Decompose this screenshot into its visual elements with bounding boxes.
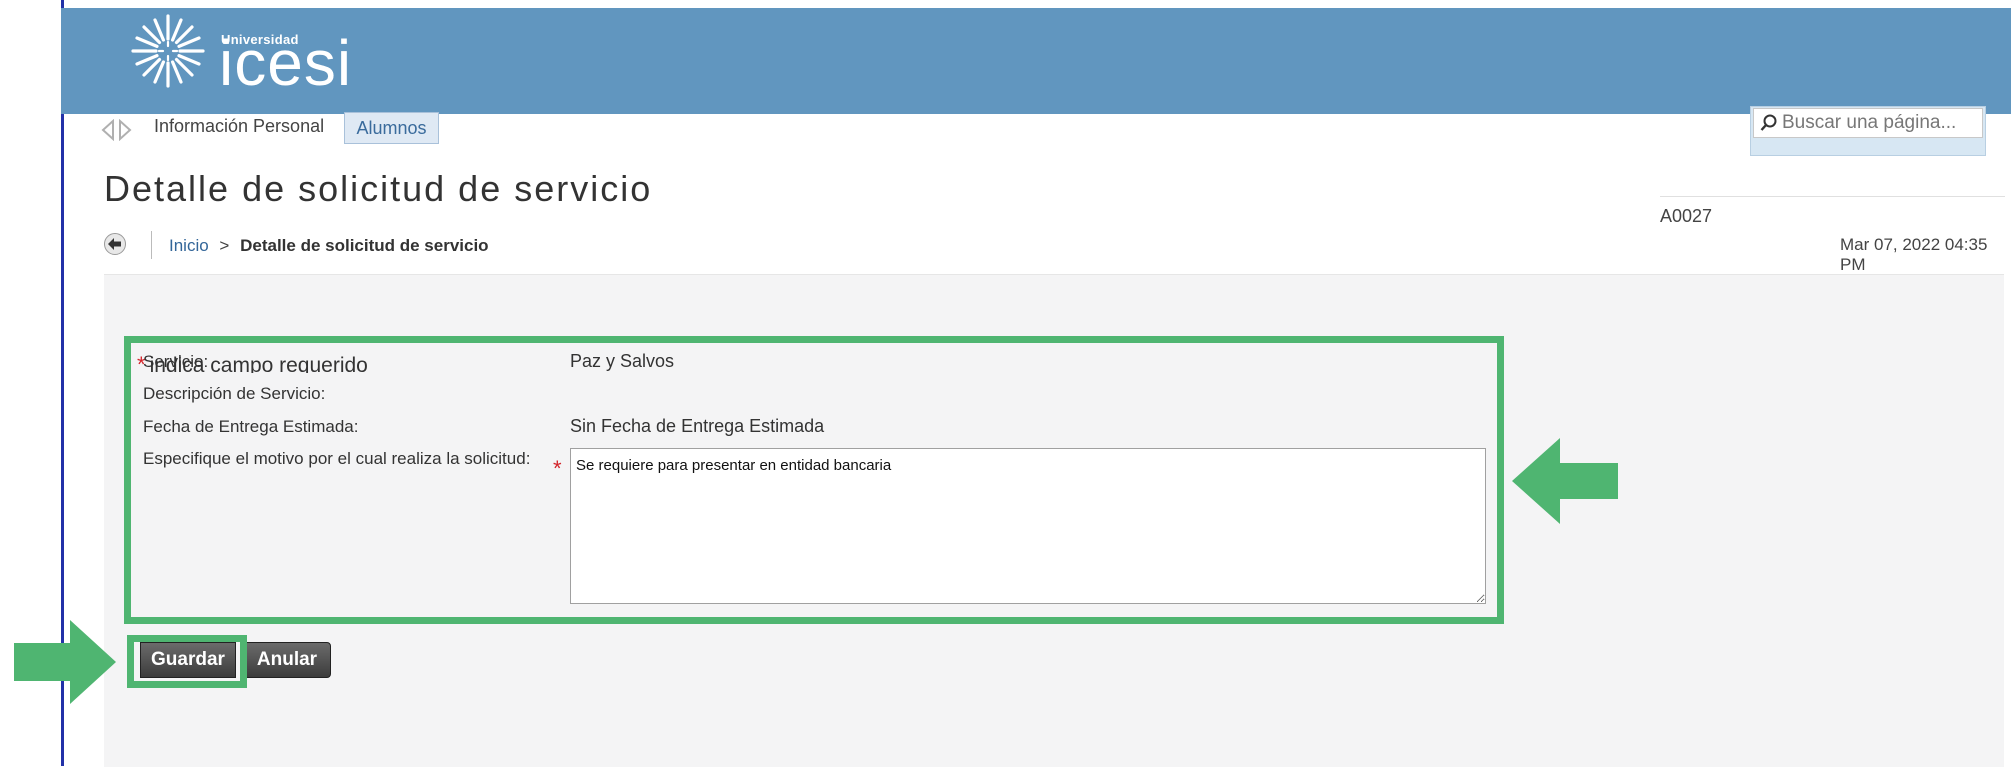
back-button[interactable]: [104, 233, 126, 255]
breadcrumb: Inicio > Detalle de solicitud de servici…: [169, 236, 489, 256]
breadcrumb-divider: [151, 231, 152, 259]
logo[interactable]: Universidad icesi: [129, 12, 369, 99]
breadcrumb-current: Detalle de solicitud de servicio: [240, 236, 489, 255]
annotation-arrow-left-pointing: [1512, 438, 1618, 524]
logo-text: Universidad icesi: [219, 12, 369, 99]
breadcrumb-home-link[interactable]: Inicio: [169, 236, 209, 255]
cancel-button[interactable]: Anular: [243, 642, 331, 678]
logo-wordmark: icesi: [219, 27, 353, 99]
nav-scroll-arrows: [101, 118, 132, 146]
tab-alumnos[interactable]: Alumnos: [344, 112, 439, 144]
annotation-arrow-right-pointing: [14, 620, 116, 704]
page-datetime: Mar 07, 2022 04:35 PM: [1840, 235, 1988, 274]
icesi-sunburst-icon: [129, 12, 207, 90]
page-title: Detalle de solicitud de servicio: [104, 168, 653, 209]
tab-informacion-personal[interactable]: Información Personal: [154, 116, 324, 137]
highlight-form-box: [124, 336, 1504, 624]
site-header: Universidad icesi: [61, 8, 2011, 114]
nav-left-arrow-icon[interactable]: [101, 118, 115, 146]
search-placeholder: Buscar una página...: [1782, 112, 1957, 133]
search-input[interactable]: Buscar una página...: [1753, 108, 1983, 138]
divider: [1660, 196, 2005, 197]
breadcrumb-separator: >: [219, 236, 230, 255]
nav-right-arrow-icon[interactable]: [118, 118, 132, 146]
page-code: A0027: [1660, 206, 1713, 226]
highlight-save-box: [127, 635, 247, 688]
search-icon: [1760, 114, 1778, 132]
back-arrow-icon: [108, 238, 121, 250]
